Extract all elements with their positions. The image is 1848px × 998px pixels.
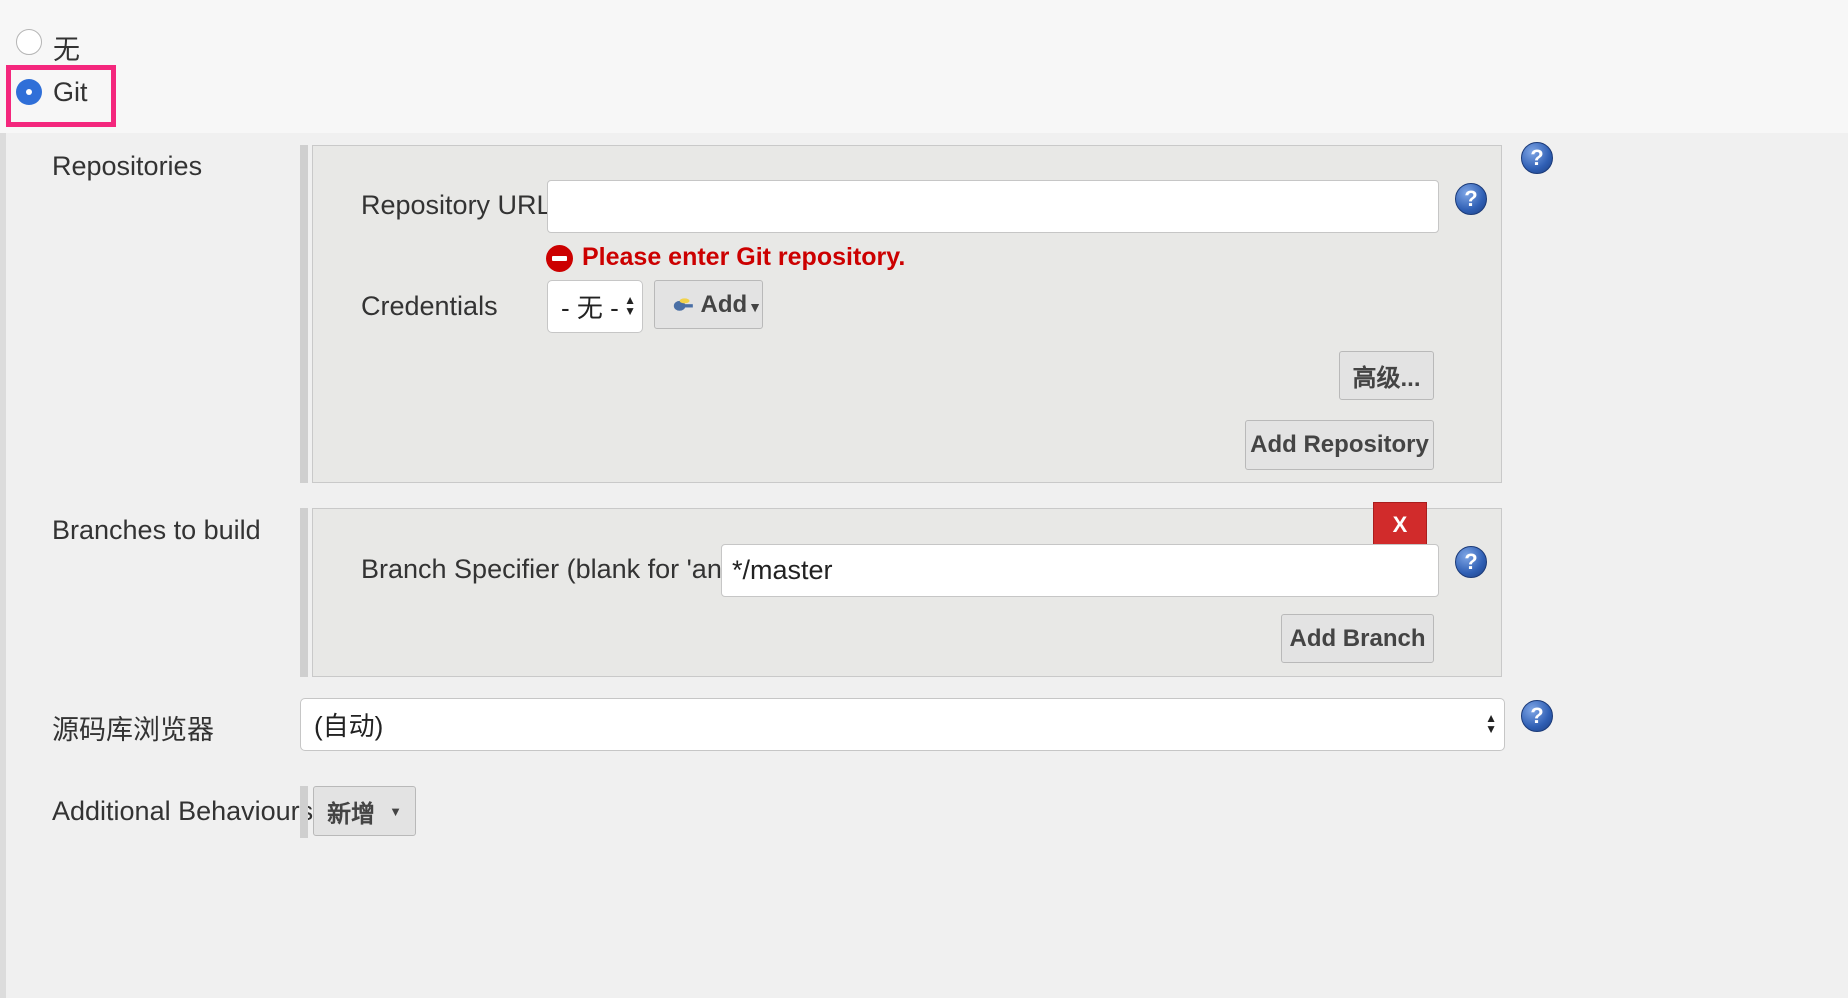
additional-behaviours-label: Additional Behaviours [52, 796, 314, 826]
git-config-left-border [0, 133, 6, 998]
add-behaviour-button[interactable]: 新增 ▼ [313, 786, 416, 836]
key-icon [673, 297, 693, 311]
behaviours-panel-bar [300, 786, 308, 838]
help-icon[interactable]: ? [1521, 142, 1553, 174]
select-arrows-icon: ▲ ▼ [624, 293, 636, 318]
repo-url-input[interactable] [547, 180, 1439, 233]
dropdown-arrow-icon: ▼ [389, 803, 402, 819]
error-icon [546, 245, 573, 272]
radio-git-label: Git [53, 77, 88, 107]
radio-none-label: 无 [53, 35, 80, 65]
add-behaviour-label: 新增 [327, 800, 376, 828]
repo-url-error-message: Please enter Git repository. [582, 243, 906, 271]
help-icon[interactable]: ? [1455, 546, 1487, 578]
delete-branch-button[interactable]: X [1373, 502, 1427, 547]
radio-git[interactable] [16, 79, 42, 105]
advanced-button[interactable]: 高级... [1339, 351, 1434, 400]
branches-section-label: Branches to build [52, 515, 261, 545]
repo-browser-selected-value: (自动) [314, 711, 384, 741]
repo-url-label: Repository URL [361, 190, 552, 220]
add-credentials-button[interactable]: Add ▼ [654, 280, 763, 329]
branch-specifier-label: Branch Specifier (blank for 'any') [361, 554, 750, 584]
add-branch-button[interactable]: Add Branch [1281, 614, 1434, 663]
add-repository-button[interactable]: Add Repository [1245, 420, 1434, 470]
branches-panel-bar [300, 508, 308, 677]
dropdown-arrow-icon: ▼ [748, 298, 762, 315]
credentials-selected-value: - 无 - [561, 293, 619, 323]
credentials-label: Credentials [361, 291, 498, 321]
repositories-section-label: Repositories [52, 151, 203, 181]
credentials-select[interactable]: - 无 - ▲ ▼ [547, 280, 643, 333]
branch-specifier-input[interactable]: */master [721, 544, 1439, 597]
select-arrows-icon: ▲ ▼ [1485, 711, 1497, 736]
add-credentials-label: Add [700, 290, 748, 318]
repo-browser-label: 源码库浏览器 [52, 715, 214, 745]
help-icon[interactable]: ? [1521, 700, 1553, 732]
repo-browser-select[interactable]: (自动) ▲ ▼ [300, 698, 1505, 751]
radio-none[interactable] [16, 29, 42, 55]
help-icon[interactable]: ? [1455, 183, 1487, 215]
repositories-panel-bar [300, 145, 308, 483]
